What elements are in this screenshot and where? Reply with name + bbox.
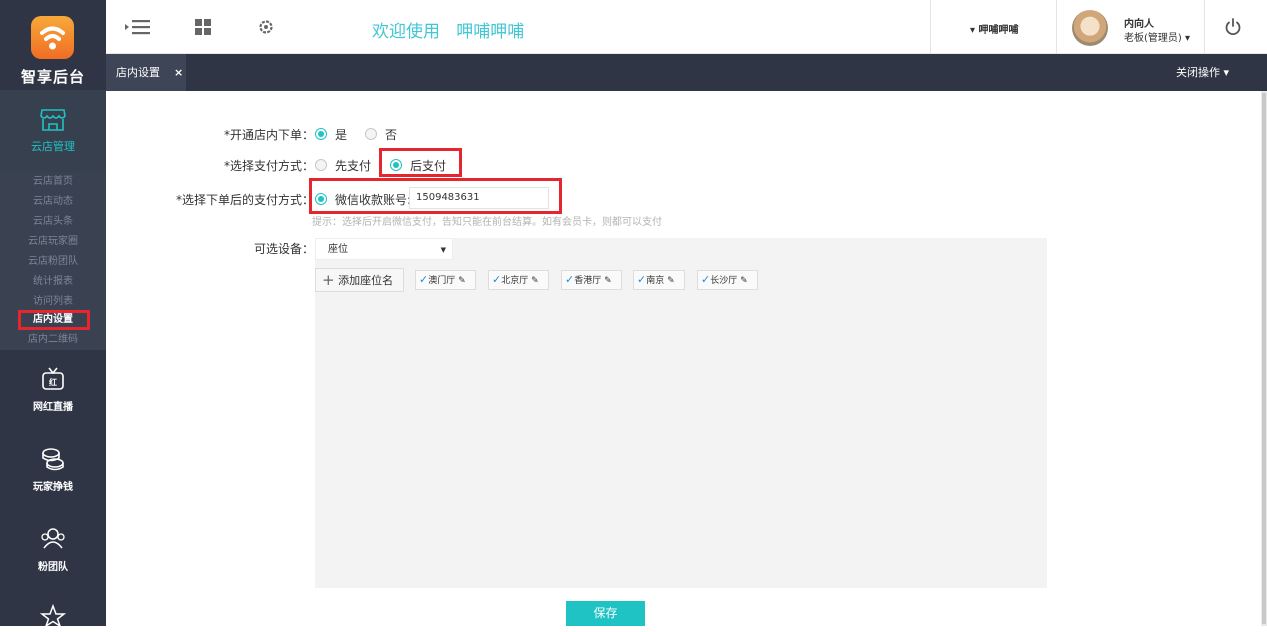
- vertical-scrollbar[interactable]: [1261, 91, 1267, 626]
- sidebar-item-live[interactable]: 红 网红直播: [0, 366, 106, 413]
- add-seat-button[interactable]: + 添加座位名: [315, 268, 404, 292]
- subnav-item-fan-team[interactable]: 云店粉团队: [0, 252, 106, 272]
- shop-selector[interactable]: ▾ 呷哺呷哺: [970, 21, 1019, 36]
- subnav-item-home[interactable]: 云店首页: [0, 172, 106, 192]
- sidebar-item-label: 粉团队: [38, 562, 68, 573]
- device-type-select[interactable]: 座位 ▼: [315, 238, 453, 260]
- avatar[interactable]: [1072, 10, 1108, 46]
- checkmark-icon: ✓: [419, 273, 429, 286]
- main-content: *开通店内下单： 是 否 *选择支付方式： 先支付 后支付 *选择下单后的支付方…: [106, 91, 1267, 626]
- collapse-menu-icon[interactable]: [124, 18, 152, 36]
- grid-icon[interactable]: [194, 18, 212, 36]
- radio-label-pay-first: 先支付: [335, 159, 372, 173]
- sidebar-item-fans[interactable]: 粉团队: [0, 526, 106, 573]
- wifi-logo-icon: [31, 16, 74, 59]
- divider: [1204, 0, 1205, 54]
- sidebar-item-earn[interactable]: 玩家挣钱: [0, 446, 106, 493]
- radio-label-yes: 是: [335, 128, 348, 142]
- seat-name: 澳门厅: [428, 276, 456, 286]
- caret-down-icon: ▼: [440, 246, 446, 254]
- save-button[interactable]: 保存: [566, 601, 645, 626]
- subnav-item-qrcode[interactable]: 店内二维码: [0, 330, 106, 350]
- device-panel: 座位 ▼ + 添加座位名 ✓澳门厅 ✎ ✓北京厅 ✎ ✓香港厅 ✎ ✓南京 ✎ …: [315, 238, 1047, 588]
- seat-tag[interactable]: ✓南京 ✎: [633, 270, 685, 290]
- coins-icon: [42, 448, 64, 471]
- subnav-item-reports[interactable]: 统计报表: [0, 272, 106, 292]
- subnav-item-player-circle[interactable]: 云店玩家圈: [0, 232, 106, 252]
- seat-tag[interactable]: ✓澳门厅 ✎: [415, 270, 476, 290]
- brand-area: 智享后台: [0, 0, 106, 90]
- plus-icon: +: [322, 271, 335, 289]
- checkmark-icon: ✓: [637, 273, 647, 286]
- payment-method-label: *选择支付方式：: [223, 159, 314, 173]
- highlight-box-subnav: [18, 310, 90, 330]
- radio-in-store-no[interactable]: [365, 128, 377, 140]
- hint-text: 提示：选择后开启微信支付，告知只能在前台结算。如有会员卡，则都可以支付: [312, 217, 662, 228]
- brand-name: 智享后台: [20, 68, 85, 86]
- post-order-payment-label: *选择下单后的支付方式：: [175, 193, 314, 207]
- radio-pay-first[interactable]: [315, 159, 327, 171]
- edit-pencil-icon[interactable]: ✎: [458, 276, 466, 286]
- checkmark-icon: ✓: [492, 273, 502, 286]
- user-name[interactable]: 内向人: [1124, 15, 1154, 30]
- tv-icon: 红: [42, 367, 64, 390]
- sidebar-item-label: 网红直播: [33, 402, 73, 413]
- seat-tag[interactable]: ✓北京厅 ✎: [488, 270, 549, 290]
- seat-name: 南京: [646, 276, 665, 286]
- edit-pencil-icon[interactable]: ✎: [531, 276, 539, 286]
- scrollbar-thumb[interactable]: [1262, 93, 1266, 624]
- radio-label-no: 否: [385, 128, 398, 142]
- divider: [930, 0, 931, 54]
- svg-text:红: 红: [49, 377, 57, 387]
- team-icon: [41, 528, 65, 549]
- sidebar-item-label: 玩家挣钱: [33, 482, 73, 493]
- divider: [1056, 0, 1057, 54]
- tab-bar: 店内设置 × 关闭操作 ▾: [106, 54, 1267, 91]
- radio-in-store-yes[interactable]: [315, 128, 327, 140]
- add-seat-label: 添加座位名: [338, 274, 394, 287]
- edit-pencil-icon[interactable]: ✎: [604, 276, 612, 286]
- power-icon[interactable]: [1224, 18, 1242, 36]
- checkmark-icon: ✓: [565, 273, 575, 286]
- subnav-item-headlines[interactable]: 云店头条: [0, 212, 106, 232]
- edit-pencil-icon[interactable]: ✎: [667, 276, 675, 286]
- store-icon: [40, 109, 66, 131]
- subnav-item-visits[interactable]: 访问列表: [0, 292, 106, 312]
- seat-name: 北京厅: [501, 276, 529, 286]
- sidebar: 智享后台 云店管理 云店首页 云店动态 云店头条 云店玩家圈 云店粉团队 统计报…: [0, 0, 106, 626]
- devices-label: 可选设备：: [253, 242, 314, 256]
- seat-name: 香港厅: [574, 276, 602, 286]
- highlight-box-wechat: [309, 178, 562, 214]
- close-operations-dropdown[interactable]: 关闭操作 ▾: [1176, 54, 1229, 91]
- seat-tag[interactable]: ✓长沙厅 ✎: [697, 270, 758, 290]
- subnav-item-news[interactable]: 云店动态: [0, 192, 106, 212]
- sidebar-item-more[interactable]: [0, 604, 106, 632]
- in-store-order-label: *开通店内下单：: [223, 128, 314, 142]
- welcome-text: 欢迎使用 呷哺呷哺: [372, 22, 525, 42]
- seat-tag[interactable]: ✓香港厅 ✎: [561, 270, 622, 290]
- top-bar: 欢迎使用 呷哺呷哺 ▾ 呷哺呷哺 内向人 老板(管理员) ▾: [106, 0, 1267, 54]
- highlight-box-pay-later: [379, 148, 462, 177]
- select-value: 座位: [328, 244, 348, 255]
- sidebar-item-cloud-store[interactable]: 云店管理: [0, 90, 106, 172]
- tab-close-button[interactable]: ×: [174, 54, 183, 91]
- star-icon: [40, 604, 66, 626]
- seat-name: 长沙厅: [710, 276, 738, 286]
- tab-label: 店内设置: [116, 66, 160, 79]
- user-role-dropdown[interactable]: 老板(管理员) ▾: [1124, 29, 1190, 44]
- sidebar-item-label: 云店管理: [31, 140, 75, 153]
- gear-icon[interactable]: [257, 18, 275, 36]
- checkmark-icon: ✓: [701, 273, 711, 286]
- edit-pencil-icon[interactable]: ✎: [740, 276, 748, 286]
